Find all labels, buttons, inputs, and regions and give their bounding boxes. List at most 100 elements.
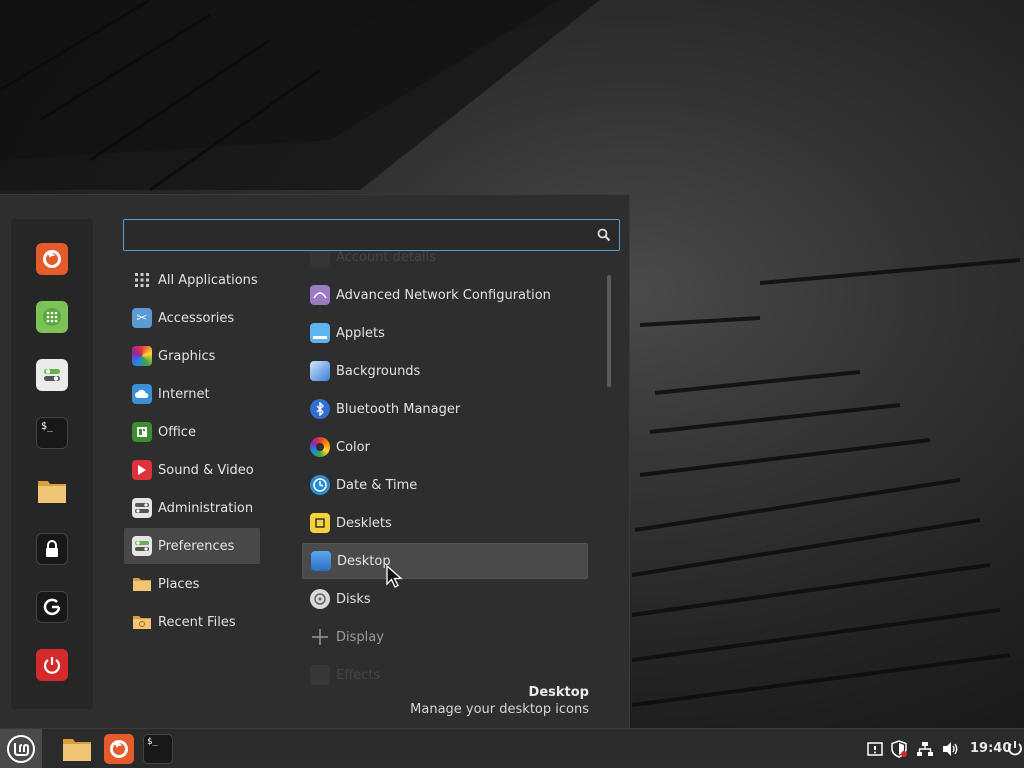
- app-label: Desktop: [337, 553, 391, 569]
- terminal-favorite-button[interactable]: $_: [36, 417, 68, 449]
- shield-tray[interactable]: [890, 740, 908, 758]
- category-all-applications[interactable]: All Applications: [124, 262, 260, 298]
- update-manager-tray[interactable]: [866, 740, 884, 758]
- app-advanced-network-configuration[interactable]: Advanced Network Configuration: [302, 277, 588, 313]
- app-label: Color: [336, 439, 370, 455]
- office-icon: [132, 422, 152, 442]
- category-label: Internet: [158, 386, 210, 402]
- files-icon: [63, 739, 91, 761]
- volume-tray[interactable]: [942, 740, 960, 758]
- desklets-icon: [310, 513, 330, 533]
- administration-icon: [132, 498, 152, 518]
- category-label: All Applications: [158, 272, 258, 288]
- shutdown-button[interactable]: [36, 649, 68, 681]
- logout-icon: [43, 598, 61, 616]
- application-list: Account details Advanced Network Configu…: [302, 251, 602, 691]
- category-administration[interactable]: Administration: [124, 490, 260, 526]
- app-desklets[interactable]: Desklets: [302, 505, 588, 541]
- grid-icon: [132, 270, 152, 290]
- mint-logo-icon: [7, 735, 35, 763]
- firefox-favorite-button[interactable]: [36, 243, 68, 275]
- lock-icon: [46, 540, 58, 557]
- category-internet[interactable]: Internet: [124, 376, 260, 412]
- category-label: Recent Files: [158, 614, 236, 630]
- category-label: Preferences: [158, 538, 235, 554]
- terminal-icon: $_: [147, 737, 158, 747]
- category-places[interactable]: Places: [124, 566, 260, 602]
- effects-icon: [310, 665, 330, 685]
- app-list-scrollbar[interactable]: [607, 275, 611, 387]
- category-sound-video[interactable]: Sound & Video: [124, 452, 260, 488]
- network-tray[interactable]: [916, 740, 934, 758]
- app-desktop[interactable]: Desktop: [302, 543, 588, 579]
- network-config-icon: [310, 285, 330, 305]
- app-bluetooth-manager[interactable]: Bluetooth Manager: [302, 391, 588, 427]
- app-color[interactable]: Color: [302, 429, 588, 465]
- clock-icon: [310, 475, 330, 495]
- category-label: Office: [158, 424, 196, 440]
- app-backgrounds[interactable]: Backgrounds: [302, 353, 588, 389]
- app-label: Applets: [336, 325, 385, 341]
- folder-icon: [132, 574, 152, 594]
- update-manager-icon: [867, 742, 883, 756]
- scissors-icon: ✂: [132, 308, 152, 328]
- category-label: Graphics: [158, 348, 216, 364]
- category-graphics[interactable]: Graphics: [124, 338, 260, 374]
- app-disks[interactable]: Disks: [302, 581, 588, 617]
- files-launcher[interactable]: [62, 734, 92, 764]
- display-icon: [310, 627, 330, 647]
- app-display[interactable]: Display: [302, 619, 588, 655]
- software-manager-favorite-button[interactable]: [36, 301, 68, 333]
- category-accessories[interactable]: ✂ Accessories: [124, 300, 260, 336]
- files-favorite-button[interactable]: [36, 475, 68, 507]
- app-applets[interactable]: Applets: [302, 315, 588, 351]
- firefox-icon: [110, 740, 128, 758]
- app-label: Date & Time: [336, 477, 418, 493]
- search-box[interactable]: [123, 219, 620, 251]
- app-label: Account details: [336, 251, 436, 265]
- application-menu: $_ All Applications ✂ Accessories Graphi…: [0, 194, 630, 728]
- backgrounds-icon: [310, 361, 330, 381]
- lock-screen-button[interactable]: [36, 533, 68, 565]
- play-icon: [132, 460, 152, 480]
- search-icon: [597, 228, 611, 242]
- app-label: Advanced Network Configuration: [336, 287, 551, 303]
- firefox-launcher[interactable]: [104, 734, 134, 764]
- desktop-icon: [311, 551, 331, 571]
- app-label: Backgrounds: [336, 363, 421, 379]
- favorites-sidebar: $_: [11, 219, 93, 709]
- category-label: Administration: [158, 500, 254, 516]
- settings-favorite-button[interactable]: [36, 359, 68, 391]
- settings-icon: [44, 369, 60, 381]
- menu-button[interactable]: [0, 729, 42, 768]
- app-account-details[interactable]: Account details: [302, 251, 588, 275]
- app-label: Bluetooth Manager: [336, 401, 461, 417]
- cloud-icon: [132, 384, 152, 404]
- app-label: Desklets: [336, 515, 392, 531]
- search-input[interactable]: [124, 220, 619, 250]
- power-tray-icon[interactable]: [1006, 739, 1024, 759]
- recent-folder-icon: [132, 612, 152, 632]
- category-recent-files[interactable]: Recent Files: [124, 604, 260, 640]
- firefox-icon: [43, 250, 61, 268]
- terminal-launcher[interactable]: $_: [143, 734, 173, 764]
- power-icon: [43, 657, 61, 674]
- category-office[interactable]: Office: [124, 414, 260, 450]
- applets-icon: [310, 323, 330, 343]
- logout-button[interactable]: [36, 591, 68, 623]
- mouse-cursor-icon: [386, 565, 403, 588]
- category-label: Places: [158, 576, 200, 592]
- network-icon: [917, 742, 933, 756]
- taskbar-panel: $_ 19:40: [0, 728, 1024, 768]
- app-label: Disks: [336, 591, 371, 607]
- app-date-time[interactable]: Date & Time: [302, 467, 588, 503]
- app-label: Effects: [336, 667, 381, 683]
- volume-icon: [943, 742, 958, 756]
- account-icon: [310, 251, 330, 267]
- category-label: Sound & Video: [158, 462, 254, 478]
- graphics-icon: [132, 346, 152, 366]
- color-icon: [310, 437, 330, 457]
- bluetooth-icon: [310, 399, 330, 419]
- disks-icon: [310, 589, 330, 609]
- category-preferences[interactable]: Preferences: [124, 528, 260, 564]
